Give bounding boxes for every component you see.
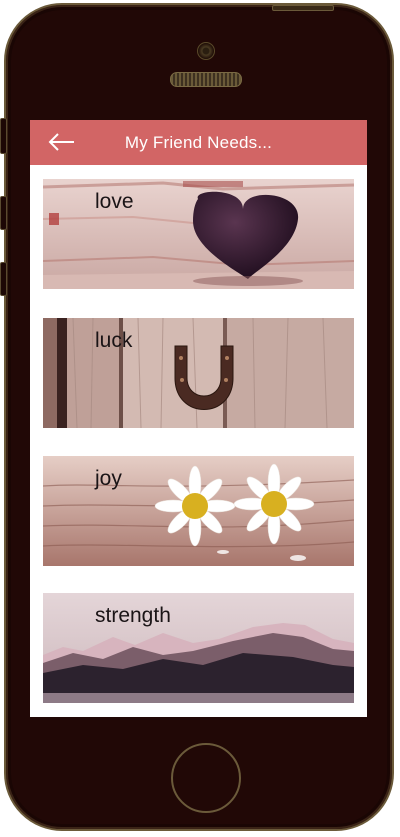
app-title: My Friend Needs... — [124, 133, 273, 152]
earpiece-speaker — [170, 72, 242, 87]
volume-up-button — [0, 196, 7, 230]
heart-image — [43, 179, 354, 289]
card-label: luck — [95, 329, 133, 352]
volume-down-button — [0, 262, 7, 296]
power-button — [272, 5, 334, 11]
horseshoe-image — [43, 318, 354, 428]
card-love[interactable]: love — [43, 179, 354, 289]
mute-switch — [0, 118, 7, 154]
card-label: joy — [95, 467, 122, 490]
mountains-image — [43, 593, 354, 703]
front-camera — [197, 42, 215, 60]
daisies-image — [43, 456, 354, 566]
card-label: love — [95, 190, 134, 213]
card-strength[interactable]: strength — [43, 593, 354, 703]
card-label: strength — [95, 604, 171, 627]
card-luck[interactable]: luck — [43, 318, 354, 428]
home-button[interactable] — [171, 743, 241, 813]
app-bar: My Friend Needs... — [30, 120, 367, 165]
app-screen: My Friend Needs... love luck joy strengt… — [30, 120, 367, 717]
card-joy[interactable]: joy — [43, 456, 354, 566]
